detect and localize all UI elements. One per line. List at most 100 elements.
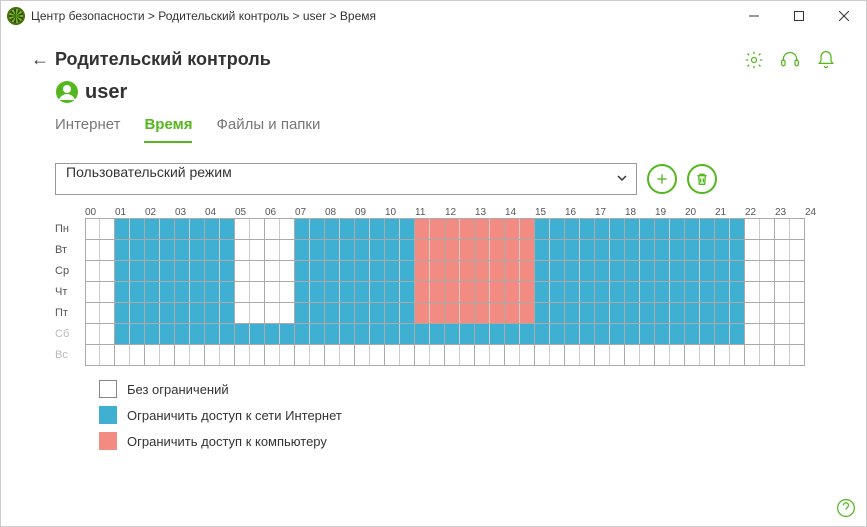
schedule-cell[interactable] xyxy=(775,282,790,302)
schedule-cell[interactable] xyxy=(235,261,250,281)
schedule-cell[interactable] xyxy=(685,345,700,365)
schedule-cell[interactable] xyxy=(205,219,220,239)
schedule-cell[interactable] xyxy=(505,261,520,281)
schedule-cell[interactable] xyxy=(415,219,430,239)
schedule-cell[interactable] xyxy=(310,261,325,281)
schedule-cell[interactable] xyxy=(115,282,130,302)
schedule-cell[interactable] xyxy=(460,303,475,323)
schedule-cell[interactable] xyxy=(565,303,580,323)
schedule-cell[interactable] xyxy=(790,345,805,365)
minimize-button[interactable] xyxy=(731,1,776,31)
schedule-cell[interactable] xyxy=(370,345,385,365)
schedule-cell[interactable] xyxy=(85,219,100,239)
schedule-cell[interactable] xyxy=(520,261,535,281)
schedule-cell[interactable] xyxy=(340,282,355,302)
schedule-cell[interactable] xyxy=(475,282,490,302)
schedule-cell[interactable] xyxy=(730,219,745,239)
schedule-cell[interactable] xyxy=(790,324,805,344)
schedule-cell[interactable] xyxy=(160,219,175,239)
schedule-cell[interactable] xyxy=(190,240,205,260)
schedule-cell[interactable] xyxy=(580,219,595,239)
schedule-cell[interactable] xyxy=(730,261,745,281)
schedule-cell[interactable] xyxy=(115,240,130,260)
schedule-cell[interactable] xyxy=(580,303,595,323)
maximize-button[interactable] xyxy=(776,1,821,31)
add-button[interactable] xyxy=(647,164,677,194)
schedule-cell[interactable] xyxy=(265,261,280,281)
schedule-cell[interactable] xyxy=(100,240,115,260)
schedule-cell[interactable] xyxy=(535,303,550,323)
schedule-cell[interactable] xyxy=(415,345,430,365)
schedule-cell[interactable] xyxy=(700,240,715,260)
schedule-cell[interactable] xyxy=(640,345,655,365)
schedule-cell[interactable] xyxy=(145,324,160,344)
schedule-cell[interactable] xyxy=(460,345,475,365)
schedule-cell[interactable] xyxy=(715,282,730,302)
schedule-cell[interactable] xyxy=(100,282,115,302)
schedule-cell[interactable] xyxy=(625,345,640,365)
schedule-cell[interactable] xyxy=(745,261,760,281)
schedule-cell[interactable] xyxy=(205,303,220,323)
schedule-cell[interactable] xyxy=(625,282,640,302)
schedule-cell[interactable] xyxy=(430,303,445,323)
tab-time[interactable]: Время xyxy=(144,112,192,143)
schedule-cell[interactable] xyxy=(730,303,745,323)
schedule-cell[interactable] xyxy=(760,240,775,260)
schedule-cell[interactable] xyxy=(85,240,100,260)
schedule-cell[interactable] xyxy=(445,282,460,302)
schedule-cell[interactable] xyxy=(580,282,595,302)
schedule-cell[interactable] xyxy=(640,303,655,323)
schedule-cell[interactable] xyxy=(400,282,415,302)
schedule-cell[interactable] xyxy=(250,345,265,365)
schedule-cell[interactable] xyxy=(145,345,160,365)
schedule-cell[interactable] xyxy=(325,240,340,260)
schedule-cell[interactable] xyxy=(250,303,265,323)
schedule-cell[interactable] xyxy=(85,345,100,365)
schedule-cell[interactable] xyxy=(355,324,370,344)
schedule-cell[interactable] xyxy=(760,324,775,344)
schedule-cell[interactable] xyxy=(685,240,700,260)
schedule-cell[interactable] xyxy=(760,219,775,239)
schedule-cell[interactable] xyxy=(490,282,505,302)
schedule-cell[interactable] xyxy=(520,240,535,260)
schedule-cell[interactable] xyxy=(115,219,130,239)
schedule-cell[interactable] xyxy=(475,219,490,239)
schedule-cell[interactable] xyxy=(100,324,115,344)
schedule-cell[interactable] xyxy=(745,324,760,344)
schedule-cell[interactable] xyxy=(715,324,730,344)
schedule-cell[interactable] xyxy=(760,282,775,302)
schedule-cell[interactable] xyxy=(640,282,655,302)
schedule-cell[interactable] xyxy=(355,345,370,365)
schedule-cell[interactable] xyxy=(370,219,385,239)
schedule-cell[interactable] xyxy=(355,261,370,281)
schedule-cell[interactable] xyxy=(715,240,730,260)
schedule-cell[interactable] xyxy=(700,324,715,344)
schedule-cell[interactable] xyxy=(745,282,760,302)
schedule-cell[interactable] xyxy=(610,282,625,302)
schedule-cell[interactable] xyxy=(295,345,310,365)
schedule-cell[interactable] xyxy=(100,345,115,365)
schedule-cell[interactable] xyxy=(550,261,565,281)
schedule-cell[interactable] xyxy=(190,345,205,365)
schedule-cell[interactable] xyxy=(160,261,175,281)
schedule-cell[interactable] xyxy=(340,324,355,344)
schedule-cell[interactable] xyxy=(325,261,340,281)
schedule-cell[interactable] xyxy=(655,303,670,323)
schedule-cell[interactable] xyxy=(370,324,385,344)
schedule-cell[interactable] xyxy=(340,303,355,323)
schedule-cell[interactable] xyxy=(265,282,280,302)
schedule-cell[interactable] xyxy=(265,324,280,344)
schedule-cell[interactable] xyxy=(325,219,340,239)
schedule-cell[interactable] xyxy=(520,282,535,302)
schedule-cell[interactable] xyxy=(565,324,580,344)
schedule-cell[interactable] xyxy=(490,345,505,365)
schedule-cell[interactable] xyxy=(625,303,640,323)
schedule-cell[interactable] xyxy=(400,261,415,281)
schedule-cell[interactable] xyxy=(565,282,580,302)
schedule-cell[interactable] xyxy=(415,261,430,281)
schedule-cell[interactable] xyxy=(730,324,745,344)
schedule-cell[interactable] xyxy=(670,240,685,260)
schedule-cell[interactable] xyxy=(220,303,235,323)
schedule-cell[interactable] xyxy=(220,219,235,239)
schedule-cell[interactable] xyxy=(85,282,100,302)
